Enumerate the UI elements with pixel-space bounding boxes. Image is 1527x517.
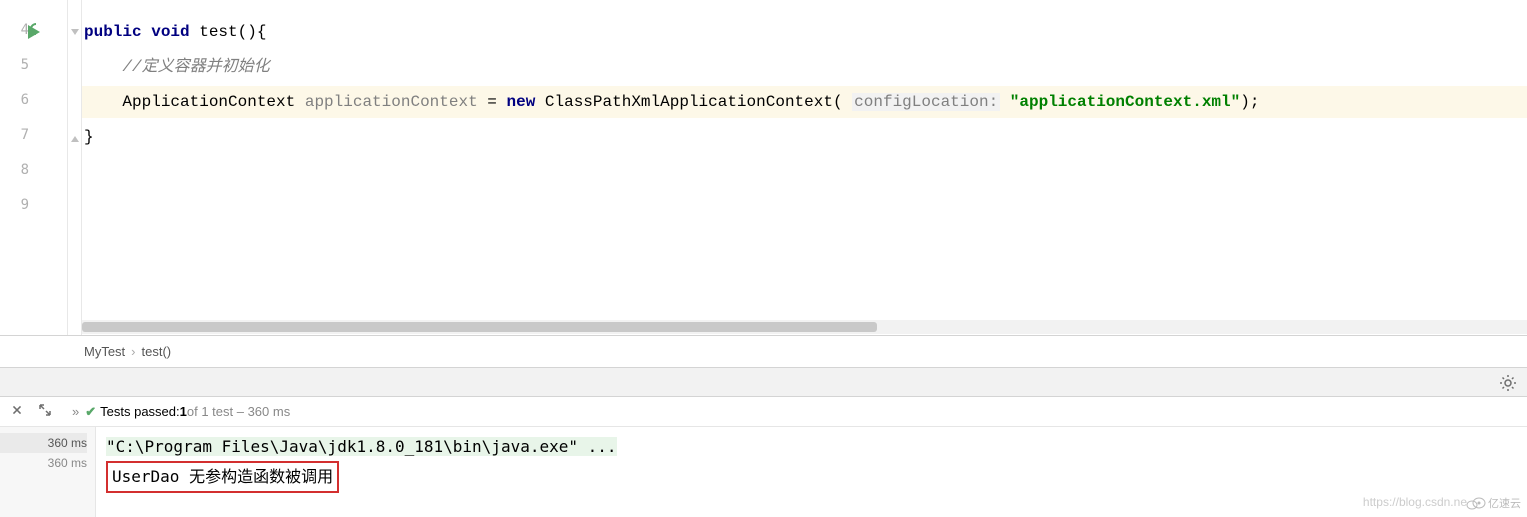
gear-icon[interactable] [1499,374,1517,392]
test-status-label: Tests passed: [100,404,180,419]
test-pass-count: 1 [180,404,187,419]
code-line: public void test(){ [84,22,266,42]
line-number: 6 [9,92,29,108]
line-number: 7 [9,127,29,143]
run-test-icon[interactable] [24,22,44,42]
breadcrumb: MyTest › test() [0,335,1527,367]
timing-value: 360 ms [0,453,87,473]
gutter: 4 5 6 7 8 9 [0,0,68,335]
line-number: 5 [9,57,29,73]
test-timing-column: 360 ms 360 ms [0,427,96,517]
code-editor[interactable]: 4 5 6 7 8 9 public void test(){ //定义容器并初… [0,0,1527,335]
expand-icon[interactable] [38,403,52,420]
highlighted-output: UserDao 无参构造函数被调用 [106,461,339,493]
test-status-detail: of 1 test – 360 ms [187,404,290,419]
console-panel: 360 ms 360 ms "C:\Program Files\Java\jdk… [0,427,1527,517]
test-status-bar: » ✔ Tests passed: 1 of 1 test – 360 ms [0,397,1527,427]
logo-watermark: 亿速云 [1466,495,1521,511]
horizontal-scrollbar[interactable] [82,320,1527,334]
collapse-icon[interactable] [10,403,24,420]
code-content[interactable]: public void test(){ //定义容器并初始化 Applicati… [68,0,1527,335]
tool-window-header [0,367,1527,397]
breadcrumb-item[interactable]: MyTest [84,344,125,359]
code-line: } [84,127,94,147]
chevron-icon: » [72,404,79,419]
line-number: 9 [9,197,29,213]
timing-value: 360 ms [0,433,87,453]
code-line: ApplicationContext applicationContext = … [84,92,1259,112]
console-output[interactable]: "C:\Program Files\Java\jdk1.8.0_181\bin\… [96,427,1527,517]
breadcrumb-item[interactable]: test() [142,344,172,359]
breadcrumb-separator: › [131,344,135,359]
watermark-text: https://blog.csdn.ne [1363,495,1467,509]
console-line: "C:\Program Files\Java\jdk1.8.0_181\bin\… [106,437,617,456]
check-icon: ✔ [85,404,96,420]
code-line: //定义容器并初始化 [84,57,270,77]
line-number: 8 [9,162,29,178]
scrollbar-thumb[interactable] [82,322,877,332]
